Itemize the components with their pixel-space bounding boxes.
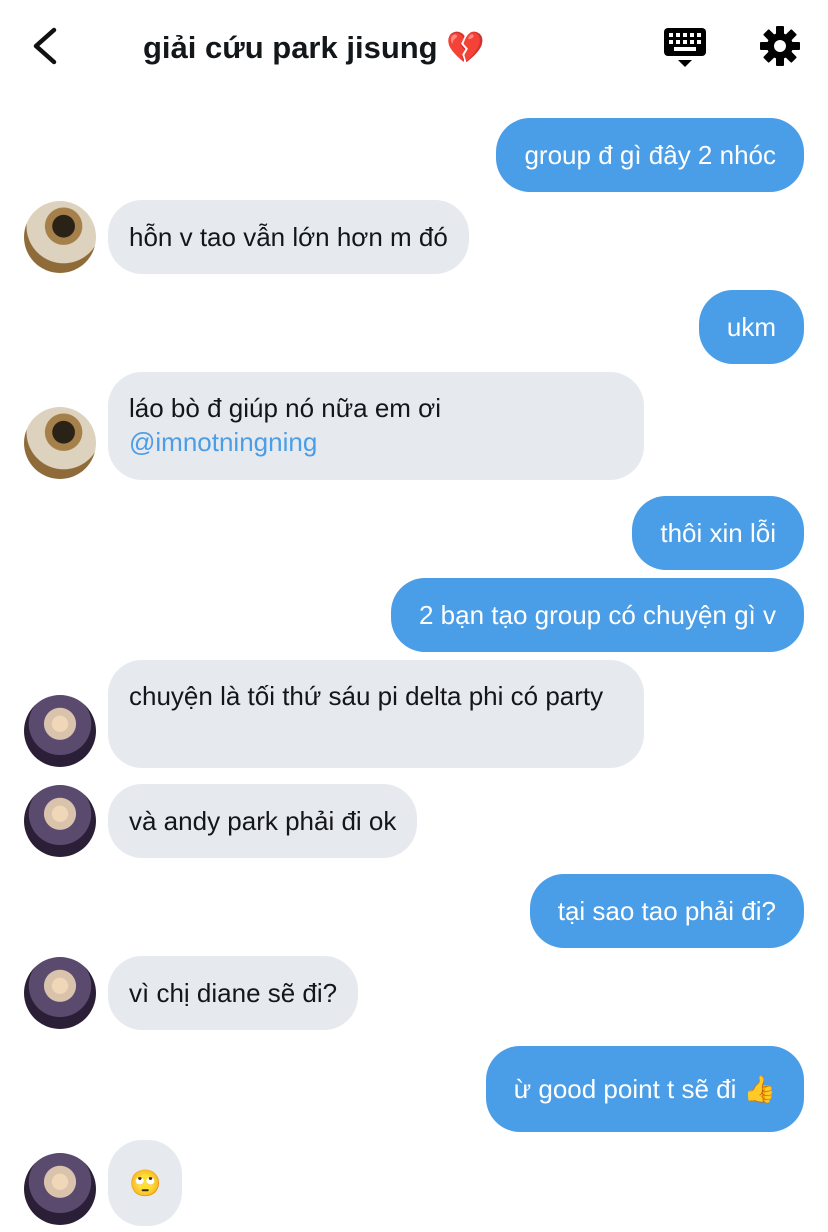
message-bubble-incoming[interactable]: và andy park phải đi ok xyxy=(108,784,418,858)
message-bubble-incoming[interactable]: vì chị diane sẽ đi? xyxy=(108,956,359,1030)
message-bubble-outgoing[interactable]: group đ gì đây 2 nhóc xyxy=(496,118,804,192)
chevron-left-icon[interactable] xyxy=(28,24,68,68)
message-bubble-incoming[interactable]: chuyện là tối thứ sáu pi delta phi có pa… xyxy=(108,660,644,768)
chat-header: giải cứu park jisung 💔 xyxy=(0,0,828,96)
message-bubble-incoming[interactable]: hỗn v tao vẫn lớn hơn m đó xyxy=(108,200,469,274)
keyboard-icon[interactable] xyxy=(663,26,707,70)
message-bubble-incoming[interactable]: 🙄 xyxy=(108,1140,183,1226)
message-text: láo bò đ giúp nó nữa em ơi xyxy=(129,393,441,423)
avatar[interactable] xyxy=(24,957,96,1029)
message-bubble-outgoing[interactable]: thôi xin lỗi xyxy=(632,496,804,570)
message-bubble-outgoing[interactable]: tại sao tao phải đi? xyxy=(529,874,804,948)
avatar[interactable] xyxy=(24,201,96,273)
message-bubble-outgoing[interactable]: ukm xyxy=(698,290,804,364)
user-mention-link[interactable]: @imnotningning xyxy=(129,425,623,459)
message-bubble-incoming[interactable]: láo bò đ giúp nó nữa em ơi @imnotningnin… xyxy=(108,372,644,480)
conversation-title[interactable]: giải cứu park jisung 💔 xyxy=(143,26,485,70)
message-bubble-outgoing[interactable]: 2 bạn tạo group có chuyện gì v xyxy=(390,578,804,652)
avatar[interactable] xyxy=(24,407,96,479)
avatar[interactable] xyxy=(24,1153,96,1225)
avatar[interactable] xyxy=(24,695,96,767)
avatar[interactable] xyxy=(24,785,96,857)
gear-icon[interactable] xyxy=(759,25,801,67)
message-bubble-outgoing[interactable]: ừ good point t sẽ đi 👍 xyxy=(485,1046,804,1132)
